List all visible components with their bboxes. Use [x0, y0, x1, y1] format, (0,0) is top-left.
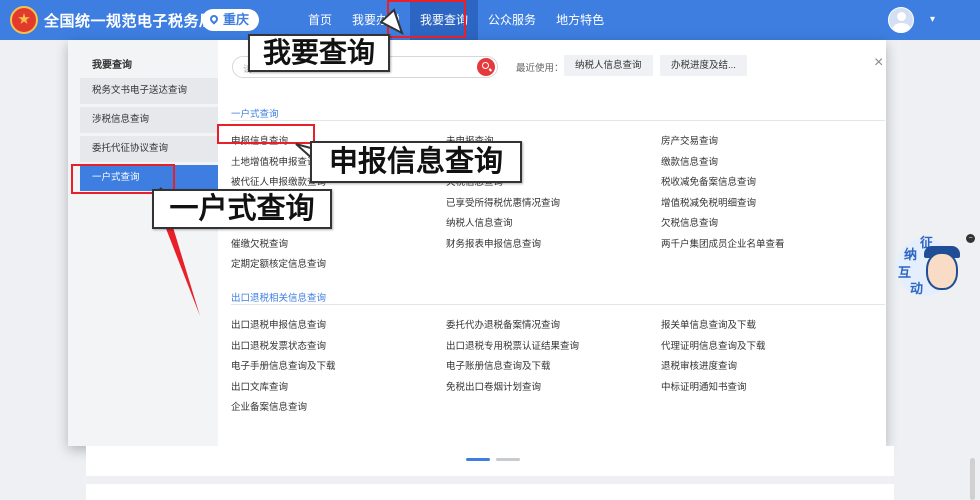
callout-declaration-query: 申报信息查询 — [310, 141, 522, 183]
callout-one-stop: 一户式查询 — [152, 189, 332, 229]
callout-arrows — [159, 8, 404, 316]
callout-query: 我要查询 — [248, 34, 390, 72]
